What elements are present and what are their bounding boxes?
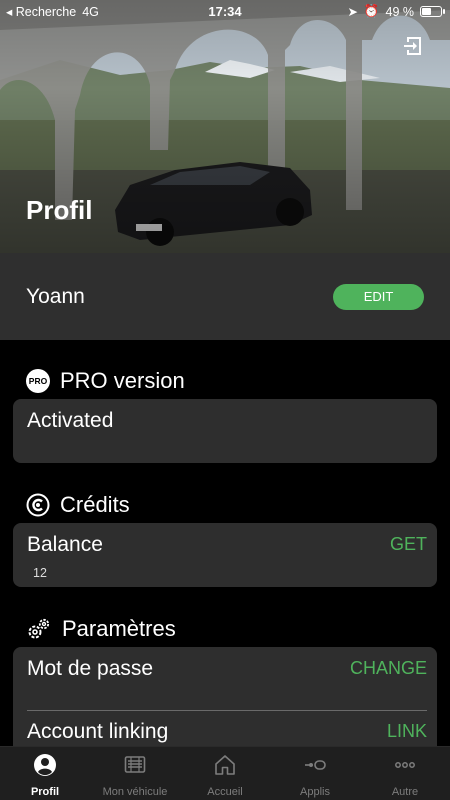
tab-applis[interactable]: Applis bbox=[270, 753, 360, 799]
tab-bar: Profil Mon véhicule Accueil Applis Autre bbox=[0, 746, 450, 800]
credits-card: Balance GET 12 bbox=[13, 523, 437, 587]
tab-accueil[interactable]: Accueil bbox=[180, 753, 270, 799]
credits-coin-icon bbox=[26, 493, 50, 517]
tab-profil[interactable]: Profil bbox=[0, 753, 90, 799]
edit-button[interactable]: EDIT bbox=[333, 284, 424, 310]
settings-section-header: Paramètres bbox=[26, 616, 176, 642]
gears-icon bbox=[28, 618, 50, 639]
tab-label-profil: Profil bbox=[30, 786, 60, 798]
password-label: Mot de passe bbox=[27, 657, 154, 680]
page-title: Profil bbox=[26, 195, 93, 225]
more-icon bbox=[395, 762, 415, 768]
account-linking-label: Account linking bbox=[27, 720, 169, 743]
settings-card: Mot de passe CHANGE Account linking LINK bbox=[13, 647, 437, 757]
location-icon: ➤ bbox=[347, 5, 358, 19]
tab-label-autre: Autre bbox=[391, 786, 419, 798]
tab-label-applis: Applis bbox=[300, 786, 330, 798]
alarm-icon: ⏰ bbox=[363, 4, 380, 18]
settings-divider bbox=[27, 710, 427, 711]
user-name: Yoann bbox=[26, 285, 85, 308]
credits-section-header: Crédits bbox=[26, 492, 130, 518]
apps-icon bbox=[305, 760, 326, 770]
tab-label-accueil: Accueil bbox=[207, 786, 243, 798]
pro-heading: PRO version bbox=[60, 368, 185, 393]
settings-heading: Paramètres bbox=[62, 616, 176, 641]
home-icon bbox=[215, 755, 235, 775]
credits-heading: Crédits bbox=[60, 492, 130, 517]
change-password-button[interactable]: CHANGE bbox=[350, 658, 427, 679]
pro-badge-icon: PRO bbox=[26, 369, 50, 393]
tab-autre[interactable]: Autre bbox=[360, 753, 450, 799]
tab-label-mon-vehicule: Mon véhicule bbox=[102, 786, 168, 798]
status-bar: ◂ Recherche 4G 17:34 ➤ ⏰ 49 % bbox=[0, 0, 450, 24]
pro-status: Activated bbox=[27, 409, 114, 432]
balance-value: 12 bbox=[33, 566, 47, 580]
vehicle-icon bbox=[124, 756, 146, 773]
profile-icon bbox=[34, 754, 56, 776]
balance-label: Balance bbox=[27, 533, 103, 556]
pro-section-header: PRO PRO version bbox=[26, 368, 185, 394]
battery-percent: 49 % bbox=[385, 4, 415, 19]
pro-card: Activated bbox=[13, 399, 437, 463]
battery-icon bbox=[420, 6, 445, 17]
link-account-button[interactable]: LINK bbox=[387, 721, 427, 742]
tab-mon-vehicule[interactable]: Mon véhicule bbox=[90, 753, 180, 799]
logout-icon[interactable] bbox=[402, 34, 426, 58]
get-credits-button[interactable]: GET bbox=[390, 534, 427, 555]
